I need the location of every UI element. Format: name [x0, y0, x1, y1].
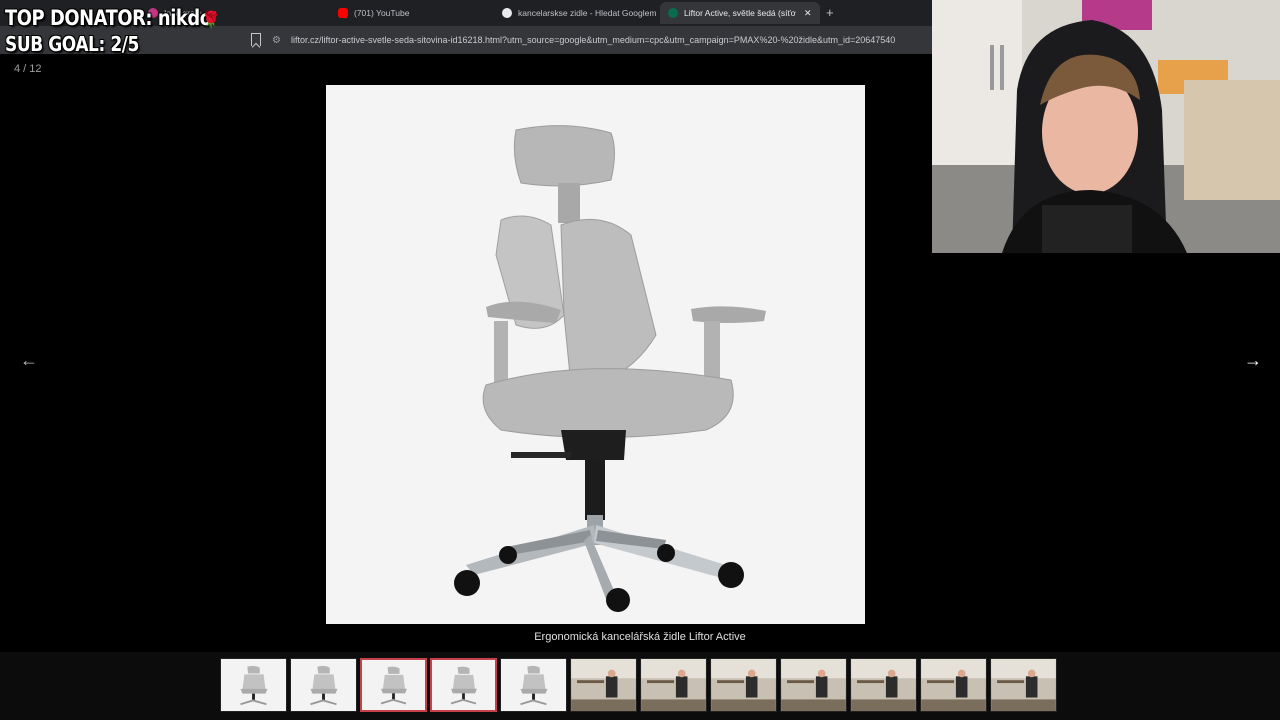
top-donator-text: TOP DONATOR: nikdo — [5, 6, 212, 30]
webcam-feed — [932, 0, 1280, 253]
image-counter: 4 / 12 — [14, 63, 42, 75]
url-text: liftor.cz/liftor-active-svetle-seda-sito… — [290, 35, 896, 45]
rose-icon: 🌹 — [201, 12, 221, 29]
address-bar[interactable]: ⚙ liftor.cz/liftor-active-svetle-seda-si… — [272, 30, 932, 50]
next-image-button[interactable]: → — [1244, 350, 1262, 371]
screen: Instagram (701) YouTube kancelarskse zid… — [0, 0, 1280, 720]
youtube-icon — [338, 8, 348, 18]
image-caption: Ergonomická kancelářská židle Liftor Act… — [534, 631, 746, 643]
thumbnail-3[interactable] — [360, 658, 427, 712]
site-settings-icon[interactable]: ⚙ — [272, 35, 281, 46]
tab-liftor-active[interactable]: Liftor Active, světle šedá (síťovin ✕ — [660, 2, 820, 24]
thumbnail-12[interactable] — [990, 658, 1057, 712]
thumbnail-9[interactable] — [780, 658, 847, 712]
bookmark-icon[interactable] — [251, 33, 261, 46]
browser-toolbar: ⚙ liftor.cz/liftor-active-svetle-seda-si… — [0, 26, 932, 54]
new-tab-button[interactable]: + — [826, 5, 834, 20]
tab-label: Liftor Active, světle šedá (síťovin — [684, 8, 796, 18]
prev-image-button[interactable]: ← — [20, 350, 38, 371]
office-chair-image — [454, 125, 766, 612]
product-image — [326, 85, 865, 624]
thumbnail-1[interactable] — [220, 658, 287, 712]
liftor-icon — [668, 8, 678, 18]
thumbnail-11[interactable] — [920, 658, 987, 712]
sub-goal-text: SUB GOAL: 2/5 — [5, 32, 139, 56]
tab-label: (701) YouTube — [354, 8, 410, 18]
tab-label: kancelarskse zidle - Hledat Googlem — [518, 8, 656, 18]
thumbnail-7[interactable] — [640, 658, 707, 712]
thumbnail-5[interactable] — [500, 658, 567, 712]
close-tab-icon[interactable]: ✕ — [804, 8, 812, 19]
streamer-image — [932, 0, 1280, 253]
thumbnail-4[interactable] — [430, 658, 497, 712]
thumbnail-2[interactable] — [290, 658, 357, 712]
thumbnail-strip — [0, 652, 1280, 720]
tab-youtube[interactable]: (701) YouTube — [330, 2, 490, 24]
thumbnail-8[interactable] — [710, 658, 777, 712]
thumbnail-6[interactable] — [570, 658, 637, 712]
google-icon — [502, 8, 512, 18]
thumbnail-10[interactable] — [850, 658, 917, 712]
tab-google-search[interactable]: kancelarskse zidle - Hledat Googlem — [494, 2, 656, 24]
